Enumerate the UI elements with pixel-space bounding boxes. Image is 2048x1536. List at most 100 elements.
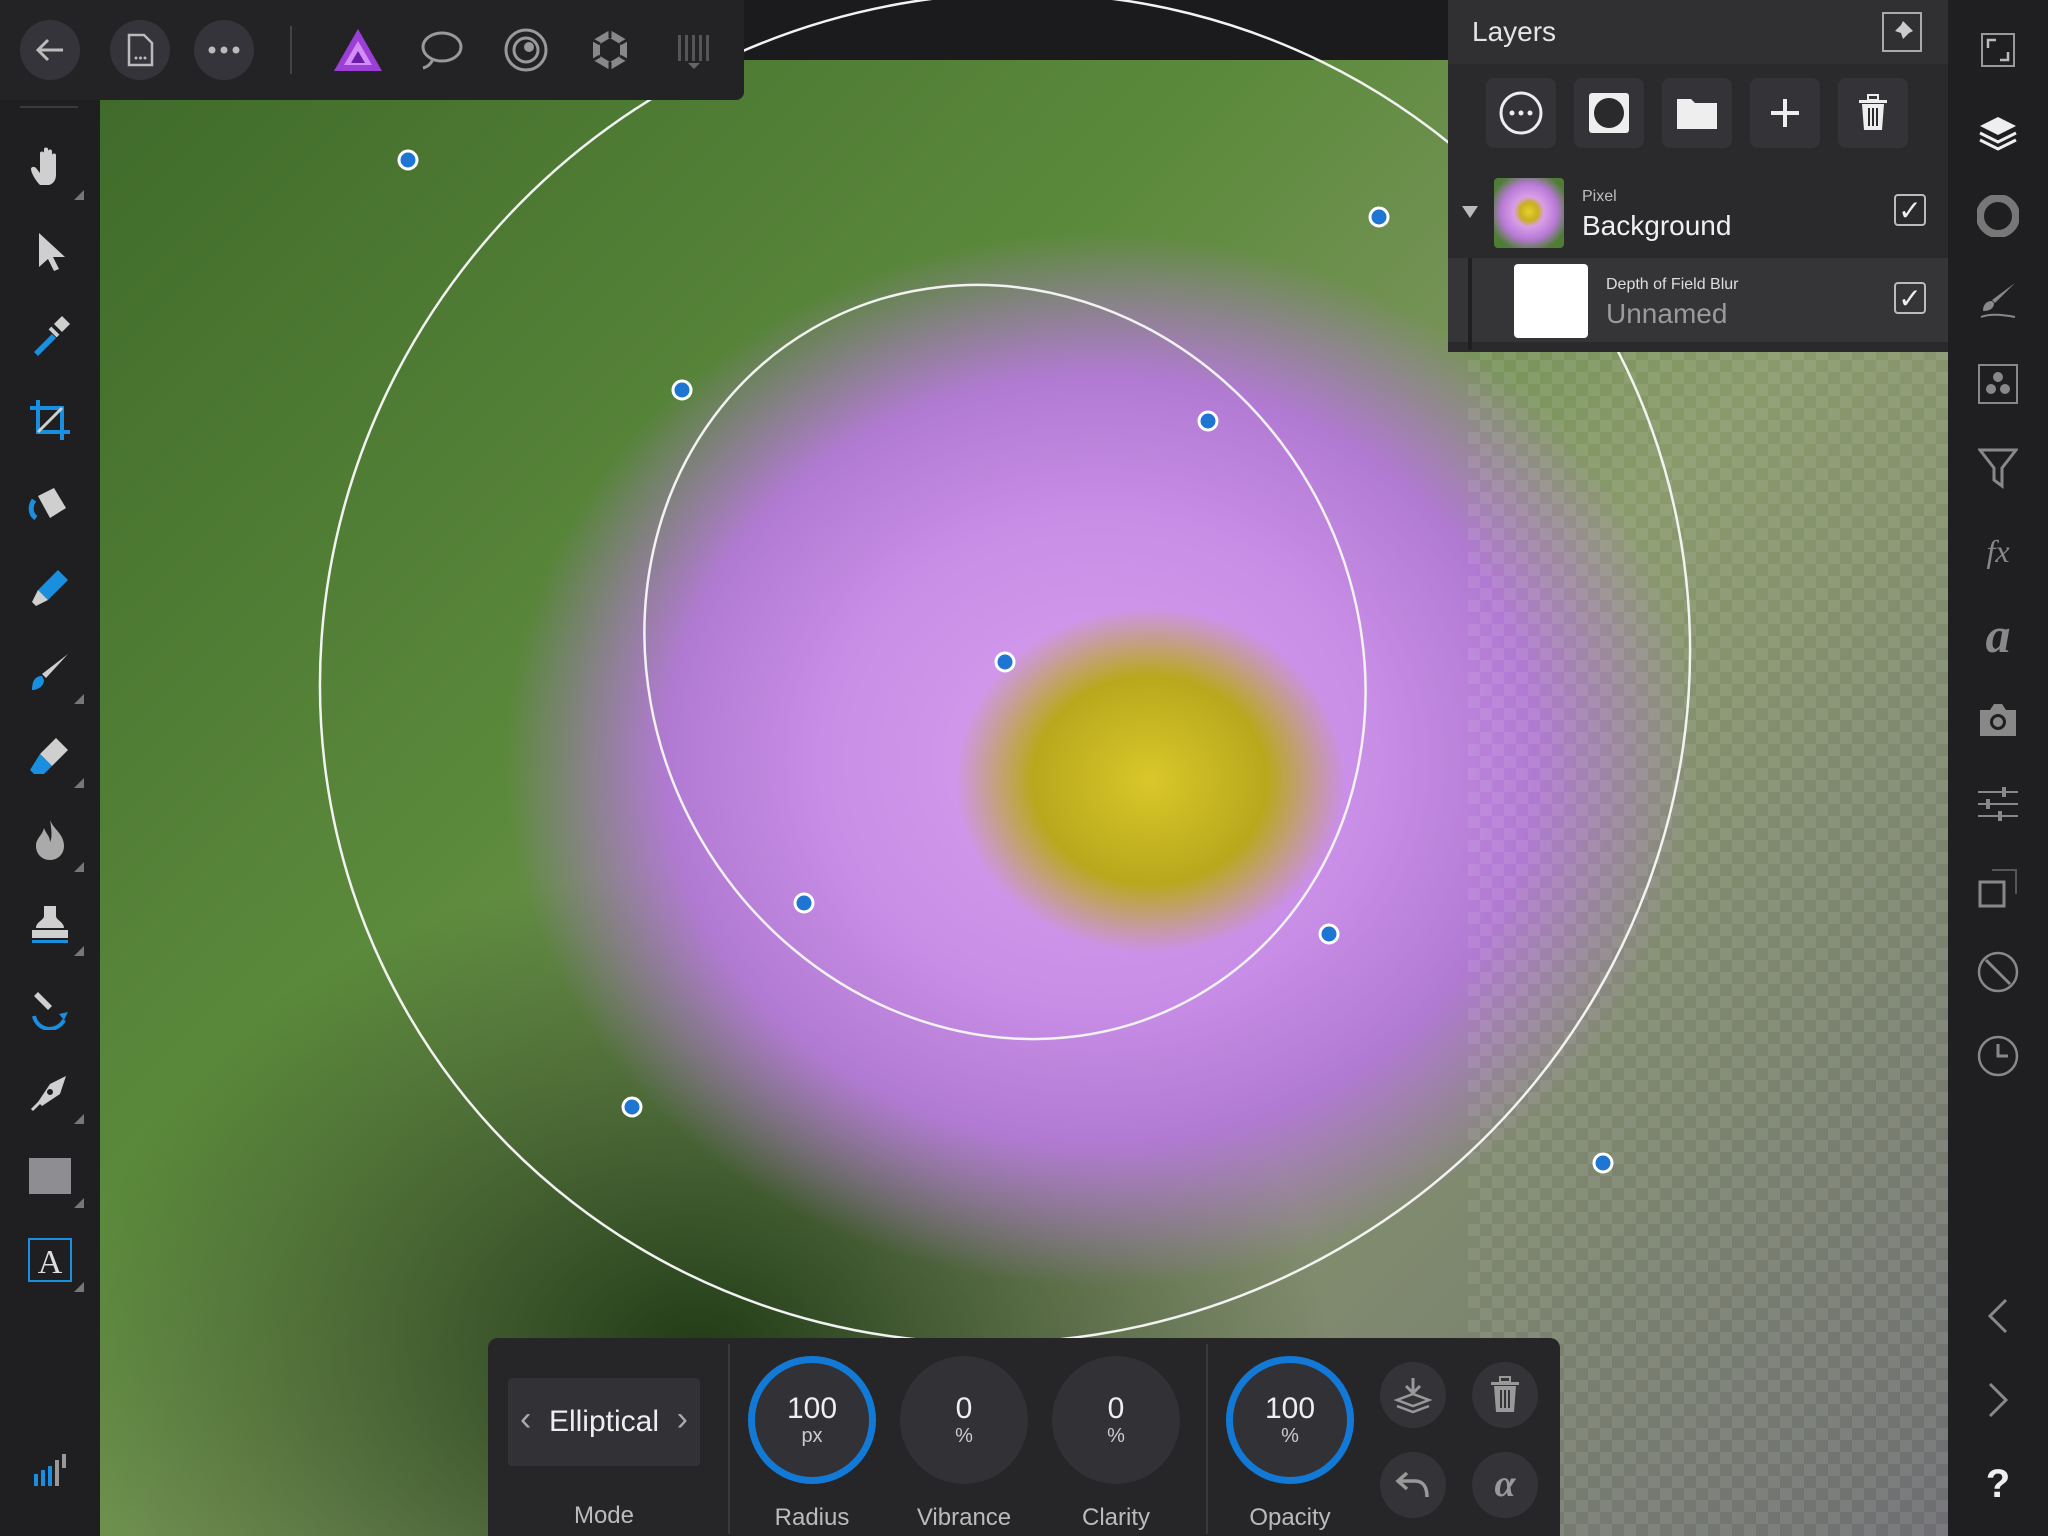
photo-persona-icon[interactable]	[330, 22, 386, 78]
svg-text:A: A	[38, 1244, 63, 1281]
layers-studio-icon[interactable]	[1968, 104, 2028, 164]
layers-panel-title: Layers	[1472, 16, 1557, 47]
add-layer-plus-icon[interactable]	[1750, 78, 1820, 148]
opacity-label: Opacity	[1249, 1504, 1331, 1531]
healing-brush-icon[interactable]	[20, 978, 80, 1038]
radius-dial[interactable]: 100 px	[748, 1356, 876, 1484]
radius-label: Radius	[774, 1504, 850, 1531]
handle[interactable]	[671, 379, 693, 401]
add-mask-icon[interactable]	[1574, 78, 1644, 148]
layer-type-label: Depth of Field Blur	[1606, 276, 1739, 293]
handle[interactable]	[1318, 923, 1340, 945]
dodge-burn-flame-icon[interactable]	[20, 810, 84, 872]
handle[interactable]	[1197, 410, 1219, 432]
collapse-triangle-icon[interactable]	[1460, 204, 1480, 220]
adjustments-sliders-icon[interactable]	[1968, 774, 2028, 834]
vibrance-label: Vibrance	[916, 1504, 1012, 1531]
context-toolbar: ‹ Elliptical › Mode 100 px Radius 0 % Vi…	[488, 1338, 1560, 1536]
chevron-right-icon[interactable]: ›	[677, 1400, 688, 1439]
handle[interactable]	[1368, 206, 1390, 228]
blend-alpha-icon[interactable]: α	[1472, 1452, 1538, 1518]
navigator-compass-icon[interactable]	[1968, 942, 2028, 1002]
mode-value: Elliptical	[548, 1405, 660, 1438]
pen-tool-icon[interactable]	[20, 1062, 84, 1124]
layer-name: Unnamed	[1606, 298, 1728, 329]
context-divider	[728, 1344, 730, 1534]
radius-value: 100	[786, 1391, 838, 1425]
chevron-left-icon[interactable]	[1968, 1286, 2028, 1346]
layer-row-depth-of-field-blur[interactable]: Depth of Field Blur Unnamed ✓	[1448, 258, 1948, 350]
color-picker-icon[interactable]	[20, 306, 80, 366]
delete-layer-trash-icon[interactable]	[1838, 78, 1908, 148]
handle[interactable]	[397, 149, 419, 171]
rectangle-shape-icon[interactable]	[20, 1146, 84, 1208]
flood-fill-icon[interactable]	[20, 474, 80, 534]
selection-brush-icon[interactable]	[20, 558, 80, 618]
stroke-width-signal-icon[interactable]	[20, 1440, 80, 1500]
child-indent-bar	[1468, 258, 1472, 350]
crop-tool-icon[interactable]	[20, 390, 80, 450]
layer-thumbnail	[1494, 178, 1564, 248]
reset-undo-icon[interactable]	[1380, 1452, 1446, 1518]
opacity-value: 100	[1264, 1391, 1316, 1425]
merge-down-icon[interactable]	[1380, 1362, 1446, 1428]
layers-panel-header: Layers	[1448, 0, 1948, 64]
back-icon[interactable]	[20, 20, 80, 80]
eraser-icon[interactable]	[20, 726, 84, 788]
fullscreen-icon[interactable]	[1968, 20, 2028, 80]
paint-brush-icon[interactable]	[20, 642, 84, 704]
tone-mapping-persona-icon[interactable]	[582, 22, 638, 78]
delete-trash-icon[interactable]	[1472, 1362, 1538, 1428]
brushes-icon[interactable]	[1968, 270, 2028, 330]
pin-icon[interactable]	[1882, 12, 1922, 52]
filters-funnel-icon[interactable]	[1968, 438, 2028, 498]
top-toolbar	[0, 0, 744, 100]
stock-camera-icon[interactable]	[1968, 690, 2028, 750]
history-clock-icon[interactable]	[1968, 1026, 2028, 1086]
svg-text:α: α	[1494, 1468, 1516, 1502]
center-handle[interactable]	[994, 651, 1016, 673]
studio-bar: fx a ?	[1948, 0, 2048, 1536]
layer-options-more-icon[interactable]	[1486, 78, 1556, 148]
clarity-value: 0	[1107, 1391, 1125, 1425]
color-wheel-icon[interactable]	[1968, 186, 2028, 246]
layer-row-background[interactable]: Pixel Background ✓	[1448, 170, 1948, 254]
transform-icon[interactable]	[1968, 858, 2028, 918]
chevron-right-icon[interactable]	[1968, 1370, 2028, 1430]
context-divider	[1206, 1344, 1208, 1534]
layer-visibility-checkbox[interactable]: ✓	[1894, 282, 1926, 314]
develop-persona-icon[interactable]	[498, 22, 554, 78]
move-tool-arrow-icon[interactable]	[20, 222, 80, 282]
layer-visibility-checkbox[interactable]: ✓	[1894, 194, 1926, 226]
text-styles-icon[interactable]: a	[1968, 606, 2028, 666]
toolbar-divider	[290, 26, 292, 74]
opacity-unit: %	[1281, 1424, 1299, 1447]
liquify-persona-icon[interactable]	[414, 22, 470, 78]
tools-panel: A	[0, 100, 100, 1536]
vibrance-unit: %	[955, 1424, 973, 1447]
group-folder-icon[interactable]	[1662, 78, 1732, 148]
more-icon[interactable]	[194, 20, 254, 80]
opacity-dial[interactable]: 100 %	[1226, 1356, 1354, 1484]
layer-name: Background	[1582, 210, 1732, 241]
layer-type-label: Pixel	[1582, 188, 1617, 205]
export-persona-icon[interactable]	[666, 22, 722, 78]
handle[interactable]	[793, 892, 815, 914]
chevron-left-icon[interactable]: ‹	[520, 1400, 531, 1439]
help-button[interactable]: ?	[1968, 1454, 2028, 1514]
vibrance-dial[interactable]: 0 %	[900, 1356, 1028, 1484]
artistic-text-icon[interactable]: A	[20, 1230, 84, 1292]
view-tool-hand-icon[interactable]	[20, 138, 84, 200]
channels-icon[interactable]	[1968, 354, 2028, 414]
handle[interactable]	[1592, 1152, 1614, 1174]
effects-fx-icon[interactable]: fx	[1968, 522, 2028, 582]
vibrance-value: 0	[955, 1391, 973, 1425]
clarity-dial[interactable]: 0 %	[1052, 1356, 1180, 1484]
layers-panel: Layers Pixel Background ✓ Depth of Field…	[1448, 0, 1948, 352]
document-icon[interactable]	[110, 20, 170, 80]
handle[interactable]	[621, 1096, 643, 1118]
mode-selector[interactable]: ‹ Elliptical ›	[508, 1378, 700, 1466]
radius-unit: px	[801, 1424, 823, 1447]
clone-stamp-icon[interactable]	[20, 894, 84, 956]
tools-divider	[20, 106, 78, 108]
